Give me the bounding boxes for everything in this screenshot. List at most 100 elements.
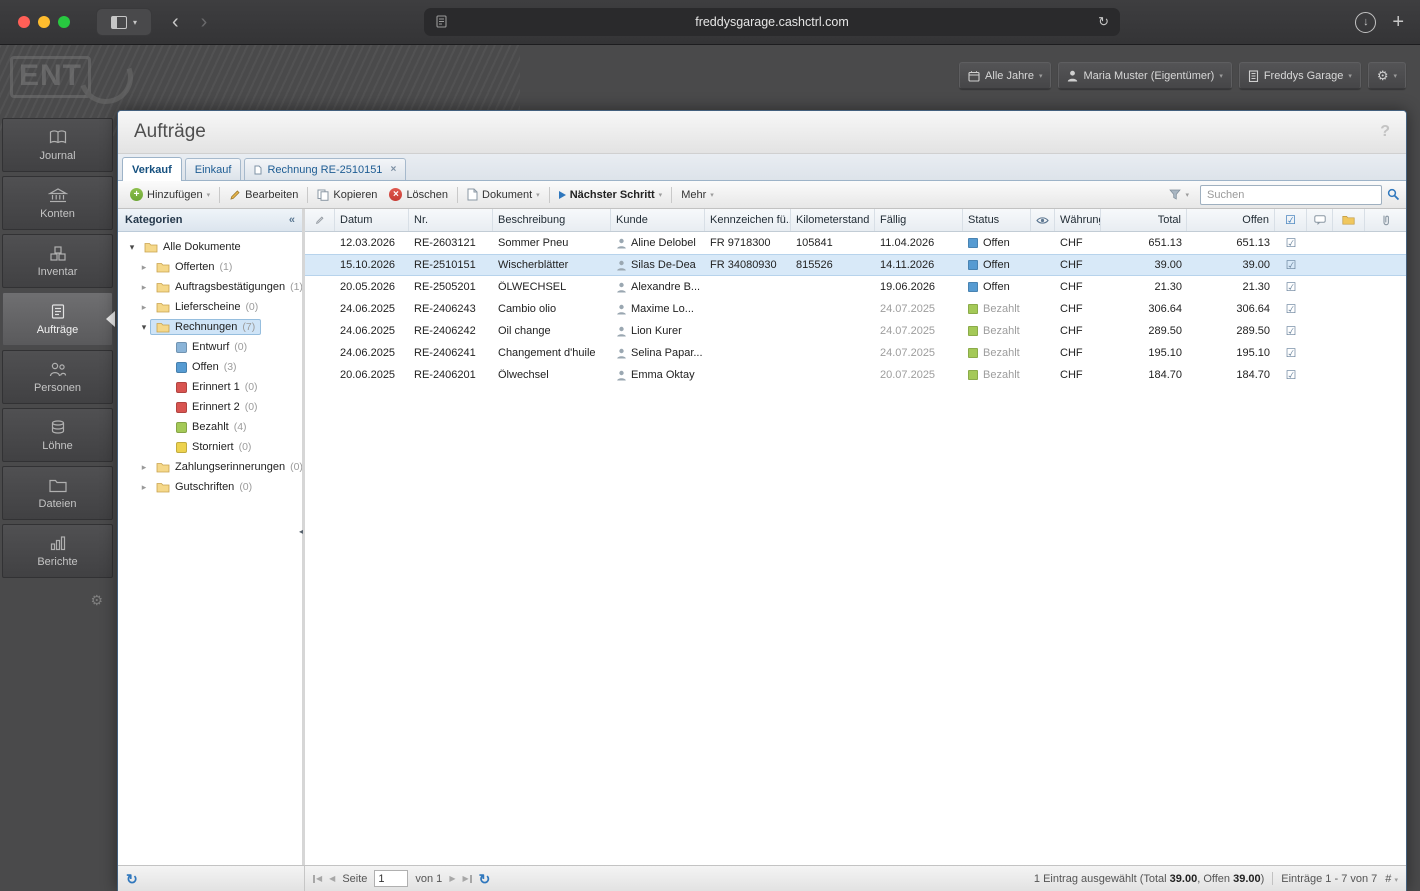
expander-icon[interactable] <box>138 262 150 273</box>
pencil-icon <box>229 189 241 201</box>
tab-einkauf[interactable]: Einkauf <box>184 158 242 180</box>
col-nr[interactable]: Nr. <box>409 209 493 231</box>
invoice-row[interactable]: 20.06.2025 RE-2406201 Ölwechsel Emma Okt… <box>305 364 1406 386</box>
invoice-row[interactable]: 15.10.2026 RE-2510151 Wischerblätter Sil… <box>305 254 1406 276</box>
col-edit[interactable] <box>305 209 335 231</box>
filter-button[interactable]: ▾ <box>1163 186 1195 203</box>
expander-icon[interactable] <box>138 302 150 313</box>
panel-splitter[interactable]: ◂ <box>299 209 305 865</box>
sidebar-item-auftraege[interactable]: Aufträge <box>2 292 115 346</box>
downloads-button[interactable]: ↓ <box>1355 11 1377 33</box>
category-item[interactable]: Entwurf (0) <box>118 337 302 357</box>
col-visibility[interactable] <box>1031 209 1055 231</box>
sidebar-toggle-button[interactable]: ▾ <box>96 8 152 36</box>
first-page-button[interactable]: ◀ <box>313 874 322 883</box>
collapse-handle-icon[interactable]: ◂ <box>299 527 303 536</box>
col-files[interactable] <box>1333 209 1365 231</box>
nav-settings-gear-icon[interactable]: ⚙ <box>0 592 103 609</box>
invoice-row[interactable]: 12.03.2026 RE-2603121 Sommer Pneu Aline … <box>305 232 1406 254</box>
copy-button[interactable]: Kopieren <box>311 186 383 204</box>
col-positions[interactable]: ☑ <box>1275 209 1307 231</box>
refresh-icon[interactable]: ↻ <box>126 872 138 886</box>
prev-page-button[interactable]: ◀ <box>329 874 335 883</box>
settings-menu-button[interactable]: ⚙ ▾ <box>1367 62 1406 89</box>
zoom-window-button[interactable] <box>58 16 70 28</box>
user-menu-button[interactable]: Maria Muster (Eigentümer) ▾ <box>1058 62 1232 89</box>
sidebar-item-journal[interactable]: Journal <box>2 118 113 172</box>
search-input[interactable] <box>1200 184 1382 205</box>
col-datum[interactable]: Datum <box>335 209 409 231</box>
category-item[interactable]: Storniert (0) <box>118 437 302 457</box>
col-kennzeichen[interactable]: Kennzeichen fü... <box>705 209 791 231</box>
col-attachments[interactable] <box>1365 209 1406 231</box>
refresh-icon[interactable]: ↻ <box>479 872 491 886</box>
col-total[interactable]: Total <box>1101 209 1187 231</box>
col-comments[interactable] <box>1307 209 1333 231</box>
invoice-row[interactable]: 20.05.2026 RE-2505201 ÖLWECHSEL Alexandr… <box>305 276 1406 298</box>
col-beschreibung[interactable]: Beschreibung <box>493 209 611 231</box>
category-item[interactable]: Bezahlt (4) <box>118 417 302 437</box>
category-item[interactable]: Erinnert 2 (0) <box>118 397 302 417</box>
tab-verkauf[interactable]: Verkauf <box>122 157 182 181</box>
col-kilometerstand[interactable]: Kilometerstand <box>791 209 875 231</box>
next-step-button[interactable]: Nächster Schritt ▾ <box>553 186 669 204</box>
category-item[interactable]: Erinnert 1 (0) <box>118 377 302 397</box>
category-item[interactable]: Rechnungen (7) <box>118 317 302 337</box>
category-item[interactable]: Gutschriften (0) <box>118 477 302 497</box>
expander-icon[interactable] <box>126 242 138 253</box>
category-count: (1) <box>290 281 302 293</box>
pagination: ◀ ◀ Seite von 1 ▶ ▶ ↻ <box>305 870 490 887</box>
invoice-row[interactable]: 24.06.2025 RE-2406242 Oil change Lion Ku… <box>305 320 1406 342</box>
person-icon <box>616 348 627 359</box>
column-count-button[interactable]: # ▾ <box>1385 873 1398 885</box>
edit-button[interactable]: Bearbeiten <box>223 186 304 204</box>
forward-button[interactable]: › <box>201 11 208 34</box>
col-status[interactable]: Status <box>963 209 1031 231</box>
document-button[interactable]: Dokument ▾ <box>461 185 546 204</box>
last-page-button[interactable]: ▶ <box>462 874 472 883</box>
expander-icon[interactable] <box>138 322 150 333</box>
category-item[interactable]: Offerten (1) <box>118 257 302 277</box>
category-count: (0) <box>234 341 248 353</box>
tab-rechnung[interactable]: Rechnung RE-2510151 × <box>244 158 407 180</box>
category-item[interactable]: Offen (3) <box>118 357 302 377</box>
sidebar-item-personen[interactable]: Personen <box>2 350 113 404</box>
col-kunde[interactable]: Kunde <box>611 209 705 231</box>
help-button[interactable]: ? <box>1380 123 1390 141</box>
invoice-row[interactable]: 24.06.2025 RE-2406241 Changement d'huile… <box>305 342 1406 364</box>
expander-icon[interactable] <box>138 462 150 473</box>
chevron-down-icon: ▾ <box>710 191 714 199</box>
url-bar[interactable]: freddysgarage.cashctrl.com ↻ <box>424 8 1120 36</box>
expander-icon[interactable] <box>138 482 150 493</box>
category-item[interactable]: Auftragsbestätigungen (1) <box>118 277 302 297</box>
company-menu-button[interactable]: Freddys Garage ▾ <box>1238 62 1361 89</box>
reload-button[interactable]: ↻ <box>1098 14 1109 30</box>
search-button[interactable] <box>1387 188 1400 201</box>
new-tab-button[interactable]: + <box>1392 12 1404 32</box>
col-waehrung[interactable]: Währung <box>1055 209 1101 231</box>
cell-kilometerstand: 105841 <box>796 237 833 249</box>
collapse-panel-button[interactable]: « <box>289 214 295 226</box>
back-button[interactable]: ‹ <box>172 11 179 34</box>
year-filter-button[interactable]: Alle Jahre ▾ <box>959 62 1052 89</box>
page-input[interactable] <box>374 870 409 887</box>
close-icon[interactable]: × <box>390 164 396 175</box>
sidebar-item-berichte[interactable]: Berichte <box>2 524 113 578</box>
delete-button[interactable]: × Löschen <box>383 185 454 204</box>
category-item[interactable]: Alle Dokumente <box>118 237 302 257</box>
col-faellig[interactable]: Fällig <box>875 209 963 231</box>
next-page-button[interactable]: ▶ <box>449 874 455 883</box>
category-item[interactable]: Lieferscheine (0) <box>118 297 302 317</box>
category-item[interactable]: Zahlungserinnerungen (0) <box>118 457 302 477</box>
sidebar-item-loehne[interactable]: Löhne <box>2 408 113 462</box>
more-button[interactable]: Mehr ▾ <box>675 186 720 204</box>
sidebar-item-inventar[interactable]: Inventar <box>2 234 113 288</box>
expander-icon[interactable] <box>138 282 150 293</box>
close-window-button[interactable] <box>18 16 30 28</box>
sidebar-item-dateien[interactable]: Dateien <box>2 466 113 520</box>
invoice-row[interactable]: 24.06.2025 RE-2406243 Cambio olio Maxime… <box>305 298 1406 320</box>
add-button[interactable]: + Hinzufügen ▾ <box>124 185 216 204</box>
col-offen[interactable]: Offen <box>1187 209 1275 231</box>
minimize-window-button[interactable] <box>38 16 50 28</box>
sidebar-item-konten[interactable]: Konten <box>2 176 113 230</box>
